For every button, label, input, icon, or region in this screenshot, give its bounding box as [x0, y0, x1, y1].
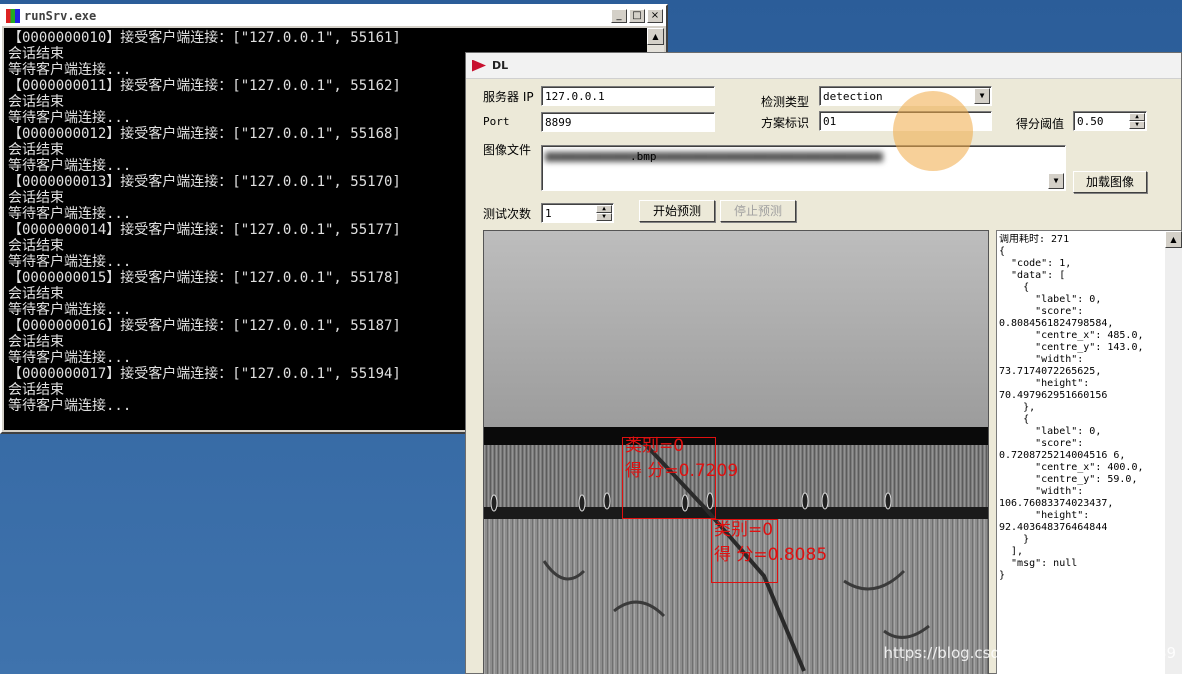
chevron-down-icon[interactable]: ▼: [1048, 173, 1064, 189]
threshold-label: 得分阈值: [1016, 117, 1065, 131]
threshold-value: 0.50: [1077, 115, 1104, 128]
dl-titlebar[interactable]: DL: [466, 53, 1181, 79]
dl-title: DL: [492, 59, 509, 72]
threshold-spin-buttons[interactable]: ▲ ▼: [1129, 113, 1145, 129]
test-count-label: 测试次数: [483, 207, 532, 221]
image-view: 类别=0 得 分=0.7209 类别=0 得 分=0.8085: [483, 230, 989, 674]
detection-score-text: 得 分=0.7209: [625, 461, 739, 481]
threshold-spinner[interactable]: 0.50 ▲ ▼: [1073, 111, 1147, 131]
image-file-value: .bmp: [630, 150, 657, 163]
server-ip-label: 服务器 IP: [483, 90, 534, 104]
port-label: Port: [483, 115, 510, 128]
start-predict-button[interactable]: 开始预测: [639, 200, 715, 222]
server-ip-input[interactable]: 127.0.0.1: [541, 86, 715, 106]
image-file-label: 图像文件: [483, 143, 532, 157]
watermark: https://blog.csdn.net/weixin_42324389: [883, 644, 1176, 662]
dl-app-icon: [472, 59, 486, 72]
result-scrollbar[interactable]: ▲: [1165, 231, 1182, 674]
image-file-input[interactable]: ▆▆▆▆▆▆▆▆▆▆▆▆▆▆▆▆▆▆▆▆▆▆▆▆▆▆▆▆▆▆▆▆▆▆▆▆▆▆▆▆…: [541, 145, 1066, 191]
detection-score-text: 得 分=0.8085: [714, 545, 828, 565]
load-image-button[interactable]: 加载图像: [1073, 171, 1147, 193]
test-count-value: 1: [545, 207, 552, 220]
test-count-spinner[interactable]: 1 ▲ ▼: [541, 203, 614, 223]
console-line: 【0000000010】接受客户端连接：["127.0.0.1", 55161]: [8, 30, 401, 46]
result-textbox[interactable]: 调用耗时: 271 { "code": 1, "data": [ { "labe…: [996, 230, 1182, 674]
scroll-up-icon[interactable]: ▲: [1165, 231, 1182, 248]
detect-type-label: 检测类型: [761, 95, 810, 109]
stop-predict-button[interactable]: 停止预测: [720, 200, 796, 222]
console-title: runSrv.exe: [24, 9, 97, 23]
maximize-button[interactable]: □: [629, 9, 645, 23]
detection-label-text: 类别=0: [625, 436, 685, 456]
console-app-icon: [6, 9, 20, 23]
close-button[interactable]: ×: [647, 9, 663, 23]
scheme-label: 方案标识: [761, 116, 810, 130]
image-path-redacted: ▆▆▆▆▆▆▆▆▆▆▆▆▆▆▆▆▆▆▆▆▆▆▆▆▆▆▆▆▆▆▆▆▆▆▆▆▆▆▆▆…: [545, 149, 883, 162]
detection-label-text: 类别=0: [714, 520, 774, 540]
detection-image: [484, 231, 988, 674]
scroll-up-icon[interactable]: ▲: [647, 28, 664, 45]
detect-type-value: detection: [823, 90, 883, 103]
port-input[interactable]: 8899: [541, 112, 715, 132]
result-json-text: 调用耗时: 271 { "code": 1, "data": [ { "labe…: [999, 234, 1144, 581]
cursor-highlight: [893, 91, 973, 171]
dl-dialog: DL 服务器 IP 127.0.0.1 检测类型 detection ▼ Por…: [465, 52, 1182, 674]
minimize-button[interactable]: _: [611, 9, 627, 23]
console-titlebar[interactable]: runSrv.exe _ □ ×: [2, 6, 666, 26]
chevron-down-icon[interactable]: ▼: [974, 88, 990, 104]
test-count-spin-buttons[interactable]: ▲ ▼: [596, 205, 612, 221]
